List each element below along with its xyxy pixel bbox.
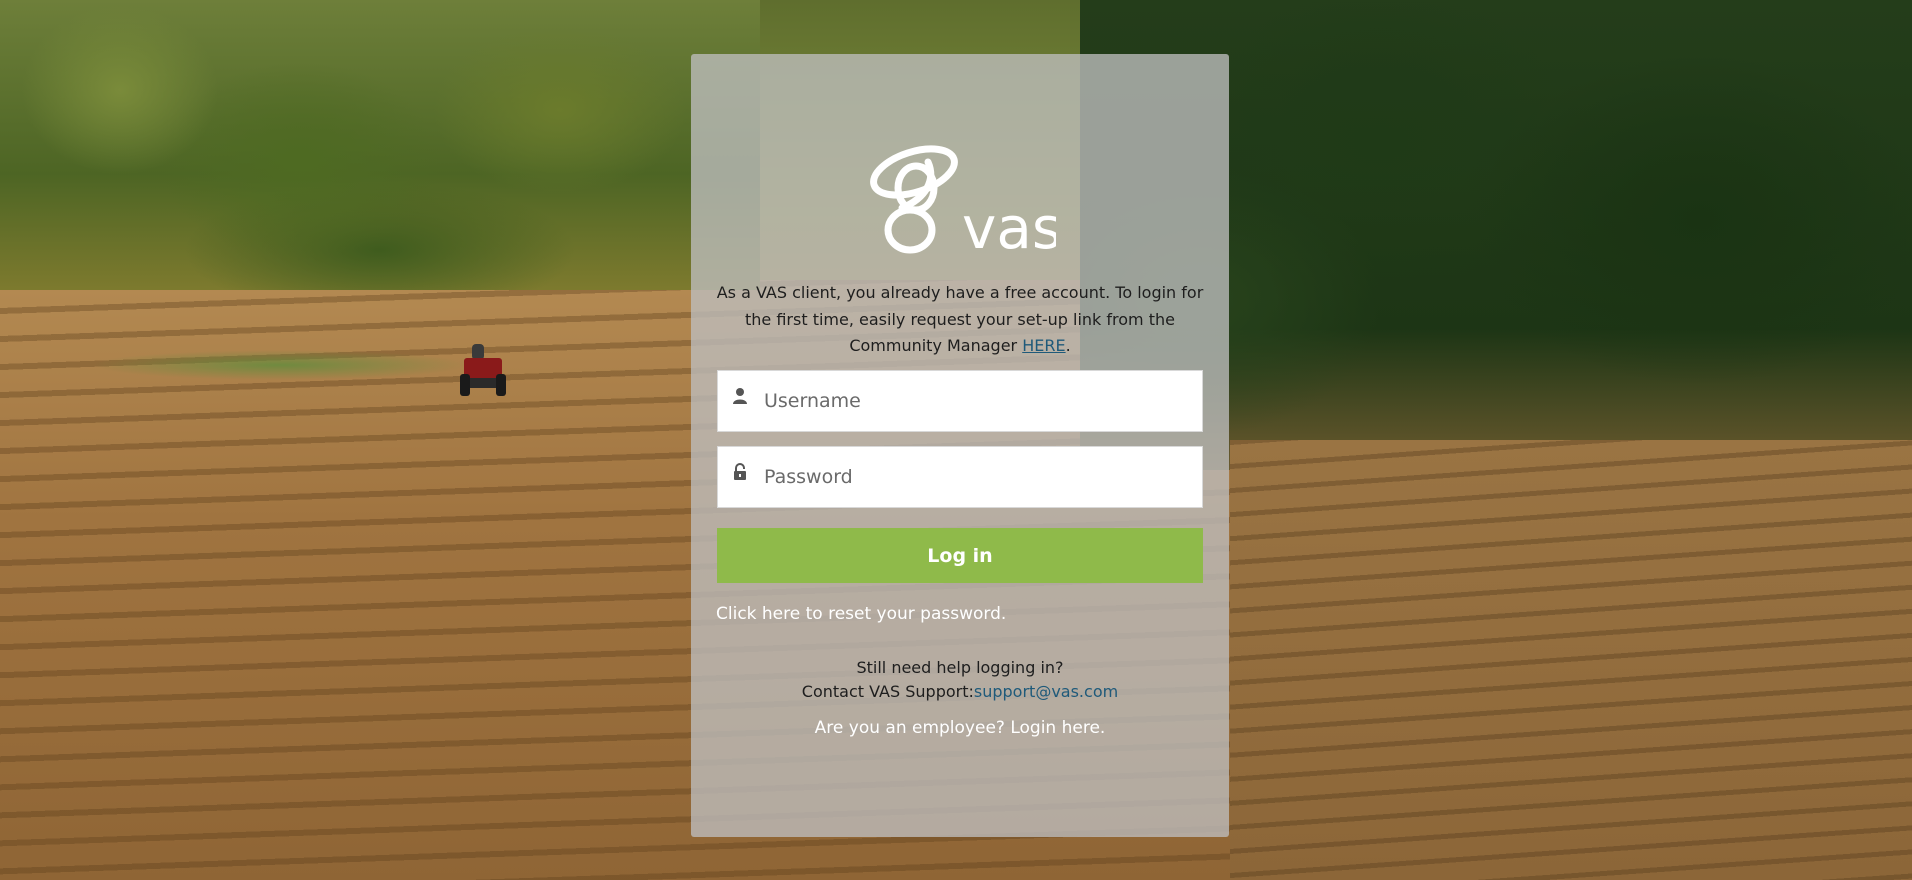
password-field[interactable]: [717, 446, 1203, 508]
reset-password-link[interactable]: Click here to reset your password.: [716, 604, 1006, 624]
request-setup-link[interactable]: HERE: [1022, 336, 1065, 355]
support-email-link[interactable]: support@vas.com: [974, 682, 1118, 701]
login-button[interactable]: Log in: [717, 528, 1203, 583]
username-input[interactable]: [764, 371, 1194, 431]
contact-label: Contact VAS Support:: [801, 682, 974, 701]
lock-icon: [734, 463, 746, 480]
intro-text: As a VAS client, you already have a free…: [716, 280, 1204, 360]
logo-wordmark: vas: [962, 194, 1056, 256]
atv-rider-image: [460, 344, 506, 396]
intro-text-end: .: [1065, 336, 1071, 355]
vas-logo: vas: [870, 145, 1056, 256]
password-input[interactable]: [764, 447, 1194, 507]
user-icon: [733, 388, 747, 404]
intro-text-body: As a VAS client, you already have a free…: [716, 283, 1204, 355]
help-section: Still need help logging in? Contact VAS …: [716, 656, 1204, 704]
contact-line: Contact VAS Support:support@vas.com: [716, 680, 1204, 704]
username-field[interactable]: [717, 370, 1203, 432]
employee-login-link[interactable]: Are you an employee? Login here.: [716, 718, 1204, 738]
help-question: Still need help logging in?: [856, 658, 1064, 677]
